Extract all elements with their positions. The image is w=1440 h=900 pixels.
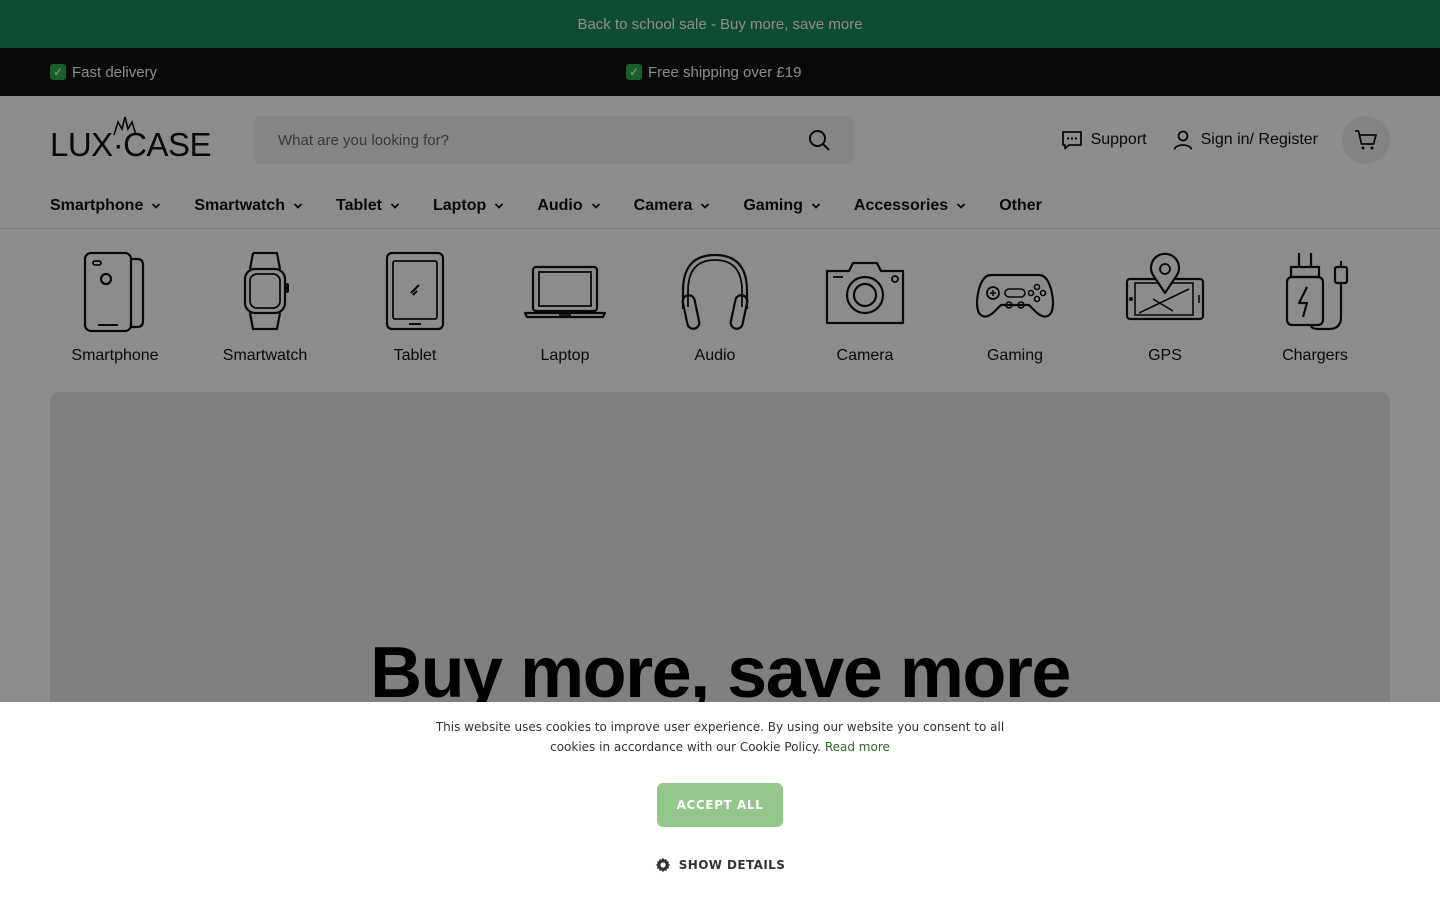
gear-icon bbox=[655, 857, 670, 873]
cookie-message-wrap: This website uses cookies to improve use… bbox=[420, 717, 1020, 757]
cookie-banner: This website uses cookies to improve use… bbox=[0, 702, 1440, 900]
show-details-button[interactable]: SHOW DETAILS bbox=[0, 857, 1440, 873]
accept-all-button[interactable]: ACCEPT ALL bbox=[657, 783, 783, 827]
show-details-label[interactable]: SHOW DETAILS bbox=[679, 858, 786, 872]
read-more-link[interactable]: Read more bbox=[825, 740, 890, 754]
cookie-message: This website uses cookies to improve use… bbox=[435, 720, 1005, 754]
